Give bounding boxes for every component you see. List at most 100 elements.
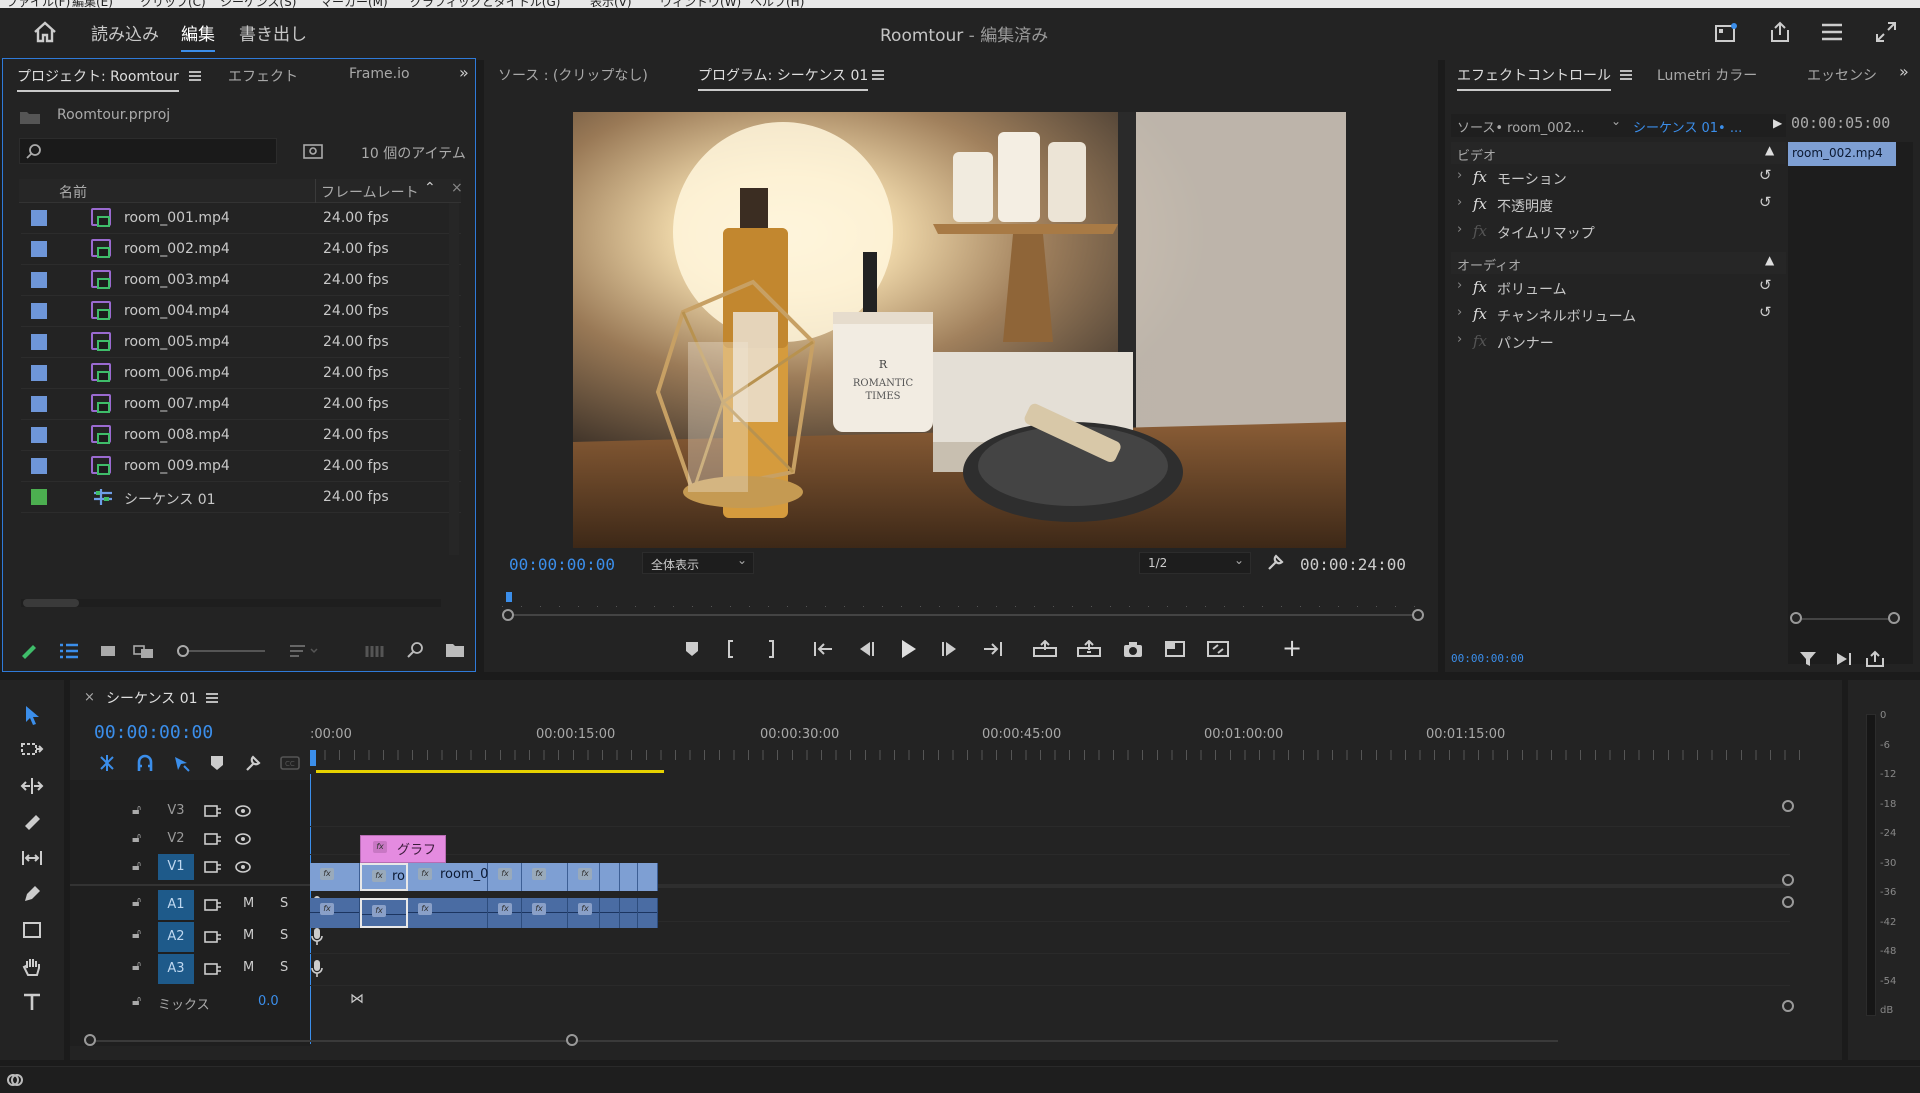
find-icon[interactable] <box>407 641 425 659</box>
audio-clip[interactable]: fx <box>488 898 522 928</box>
project-item-row[interactable]: room_006.mp4 24.00 fps <box>21 358 461 389</box>
project-item-row[interactable]: room_002.mp4 24.00 fps <box>21 234 461 265</box>
program-panel-menu-icon[interactable] <box>872 70 884 80</box>
program-current-timecode[interactable]: 00:00:00:00 <box>509 555 615 574</box>
eye-icon[interactable] <box>234 832 252 846</box>
tab-frameio[interactable]: Frame.io <box>349 66 410 82</box>
tab-essential[interactable]: エッセンシ <box>1807 65 1877 85</box>
new-bin-icon[interactable] <box>445 642 465 658</box>
project-item-row[interactable]: シーケンス 01 24.00 fps <box>21 482 461 513</box>
add-marker-icon[interactable] <box>684 640 700 658</box>
close-sequence-icon[interactable]: × <box>84 690 95 705</box>
timeline-settings-icon[interactable] <box>244 754 262 772</box>
creative-cloud-icon[interactable] <box>6 1072 24 1088</box>
reset-effect-icon[interactable]: ↺ <box>1759 303 1772 321</box>
sync-lock-icon[interactable] <box>204 832 222 846</box>
fx-toggle-icon[interactable]: fx <box>1473 168 1487 186</box>
quick-export-icon[interactable] <box>1714 22 1738 44</box>
label-color-swatch[interactable] <box>31 241 47 257</box>
fx-toggle-icon[interactable]: fx <box>1473 305 1487 323</box>
zoom-slider[interactable] <box>177 645 267 657</box>
tab-source-monitor[interactable]: ソース : (クリップなし) <box>498 65 648 85</box>
effect-row[interactable]: › fx 不透明度 ↺ <box>1451 191 1786 218</box>
column-fps[interactable]: フレームレート <box>321 182 419 202</box>
timeline-horizontal-scrollbar[interactable] <box>82 1034 1582 1048</box>
find-bin-icon[interactable] <box>303 142 323 160</box>
project-item-row[interactable]: room_009.mp4 24.00 fps <box>21 451 461 482</box>
export-frame-icon[interactable] <box>1122 640 1144 658</box>
fx-toggle-icon[interactable]: fx <box>1473 332 1487 350</box>
workspace-edit[interactable]: 編集 <box>181 20 215 52</box>
lock-icon[interactable]: 🔓︎ <box>132 858 141 874</box>
workspaces-menu-icon[interactable] <box>1820 22 1844 42</box>
add-marker-icon[interactable] <box>210 755 224 771</box>
timeline-menu-icon[interactable] <box>206 693 218 703</box>
resolution-select[interactable]: 1/2 ⌄ <box>1139 552 1251 574</box>
effect-row[interactable]: › fx モーション ↺ <box>1451 164 1786 191</box>
comparison-view-icon[interactable] <box>1164 640 1186 658</box>
timeline-current-timecode[interactable]: 00:00:00:00 <box>94 722 213 743</box>
track-select-tool-icon[interactable] <box>20 740 44 760</box>
fx-toggle-icon[interactable]: fx <box>1473 278 1487 296</box>
project-search-input[interactable] <box>19 138 277 164</box>
list-view-icon[interactable] <box>59 643 79 659</box>
more-tabs-icon[interactable]: » <box>459 63 469 82</box>
audio-clip[interactable]: fx <box>360 898 408 928</box>
expand-chevron-icon[interactable]: › <box>1457 332 1462 347</box>
effect-controls-timeline[interactable]: room_002.mp4 <box>1788 142 1913 664</box>
reset-effect-icon[interactable]: ↺ <box>1759 166 1772 184</box>
effect-row[interactable]: › fx ボリューム ↺ <box>1451 274 1786 301</box>
column-more-icon[interactable]: × <box>451 180 463 196</box>
tab-effects[interactable]: エフェクト <box>228 66 298 86</box>
eye-icon[interactable] <box>234 860 252 874</box>
tab-sequence[interactable]: シーケンス 01 <box>106 688 198 708</box>
menu-graphics[interactable]: グラフィックとタイトル(G) <box>410 0 560 8</box>
sort-ascending-icon[interactable]: ⌃ <box>424 180 436 196</box>
effect-row[interactable]: › fx タイムリマップ <box>1451 218 1786 245</box>
reset-effect-icon[interactable]: ↺ <box>1759 193 1772 211</box>
project-item-row[interactable]: room_004.mp4 24.00 fps <box>21 296 461 327</box>
program-video-frame[interactable]: R ROMANTIC TIMES <box>573 112 1346 548</box>
graphic-clip[interactable]: fx グラフ <box>360 835 446 863</box>
menu-clip[interactable]: クリップ(C) <box>140 0 206 8</box>
play-icon[interactable] <box>898 638 918 660</box>
track-lanes[interactable]: fx グラフ fx fx ro fx room_0 fx fx fx fx fx fx fx fx fx <box>310 780 1794 1046</box>
menu-marker[interactable]: マーカー(M) <box>320 0 388 8</box>
go-to-in-icon[interactable] <box>812 640 834 658</box>
razor-tool-icon[interactable] <box>22 812 42 832</box>
project-vertical-scrollbar[interactable] <box>449 203 459 555</box>
automate-to-sequence-icon[interactable] <box>365 643 387 659</box>
tab-effect-controls[interactable]: エフェクトコントロール <box>1457 65 1611 91</box>
label-color-swatch[interactable] <box>31 272 47 288</box>
audio-clip[interactable]: fx <box>408 898 488 928</box>
export-icon[interactable] <box>1865 650 1885 668</box>
fullscreen-icon[interactable] <box>1874 20 1898 44</box>
audio-section-header[interactable]: オーディオ ▲ <box>1451 252 1786 274</box>
project-item-row[interactable]: room_007.mp4 24.00 fps <box>21 389 461 420</box>
video-clip[interactable] <box>620 863 638 891</box>
label-color-swatch[interactable] <box>31 365 47 381</box>
fit-select[interactable]: 全体表示 ⌄ <box>642 552 754 574</box>
lift-icon[interactable] <box>1032 640 1058 658</box>
hand-tool-icon[interactable] <box>22 956 42 978</box>
sync-lock-icon[interactable] <box>204 930 222 944</box>
tab-lumetri-color[interactable]: Lumetri カラー <box>1657 65 1757 85</box>
wrench-icon[interactable] <box>1266 552 1286 572</box>
mute-button[interactable]: M <box>243 960 254 975</box>
play-only-audio-icon[interactable]: ▶ <box>1773 116 1782 130</box>
video-section-header[interactable]: ビデオ ▲ <box>1451 142 1786 164</box>
program-time-ruler[interactable] <box>502 592 1424 621</box>
expand-chevron-icon[interactable]: › <box>1457 278 1462 293</box>
fx-toggle-icon[interactable]: fx <box>1473 195 1487 213</box>
column-name[interactable]: 名前 <box>59 182 87 202</box>
icon-view-icon[interactable] <box>99 643 117 659</box>
menu-help[interactable]: ヘルプ(H) <box>750 0 804 8</box>
project-item-row[interactable]: room_001.mp4 24.00 fps <box>21 203 461 234</box>
expand-chevron-icon[interactable]: › <box>1457 195 1462 210</box>
video-clip[interactable] <box>600 863 620 891</box>
share-icon[interactable] <box>1768 20 1792 44</box>
audio-clip[interactable] <box>638 898 658 928</box>
effect-row[interactable]: › fx パンナー <box>1451 328 1786 355</box>
label-color-swatch[interactable] <box>31 458 47 474</box>
sync-lock-icon[interactable] <box>204 804 222 818</box>
